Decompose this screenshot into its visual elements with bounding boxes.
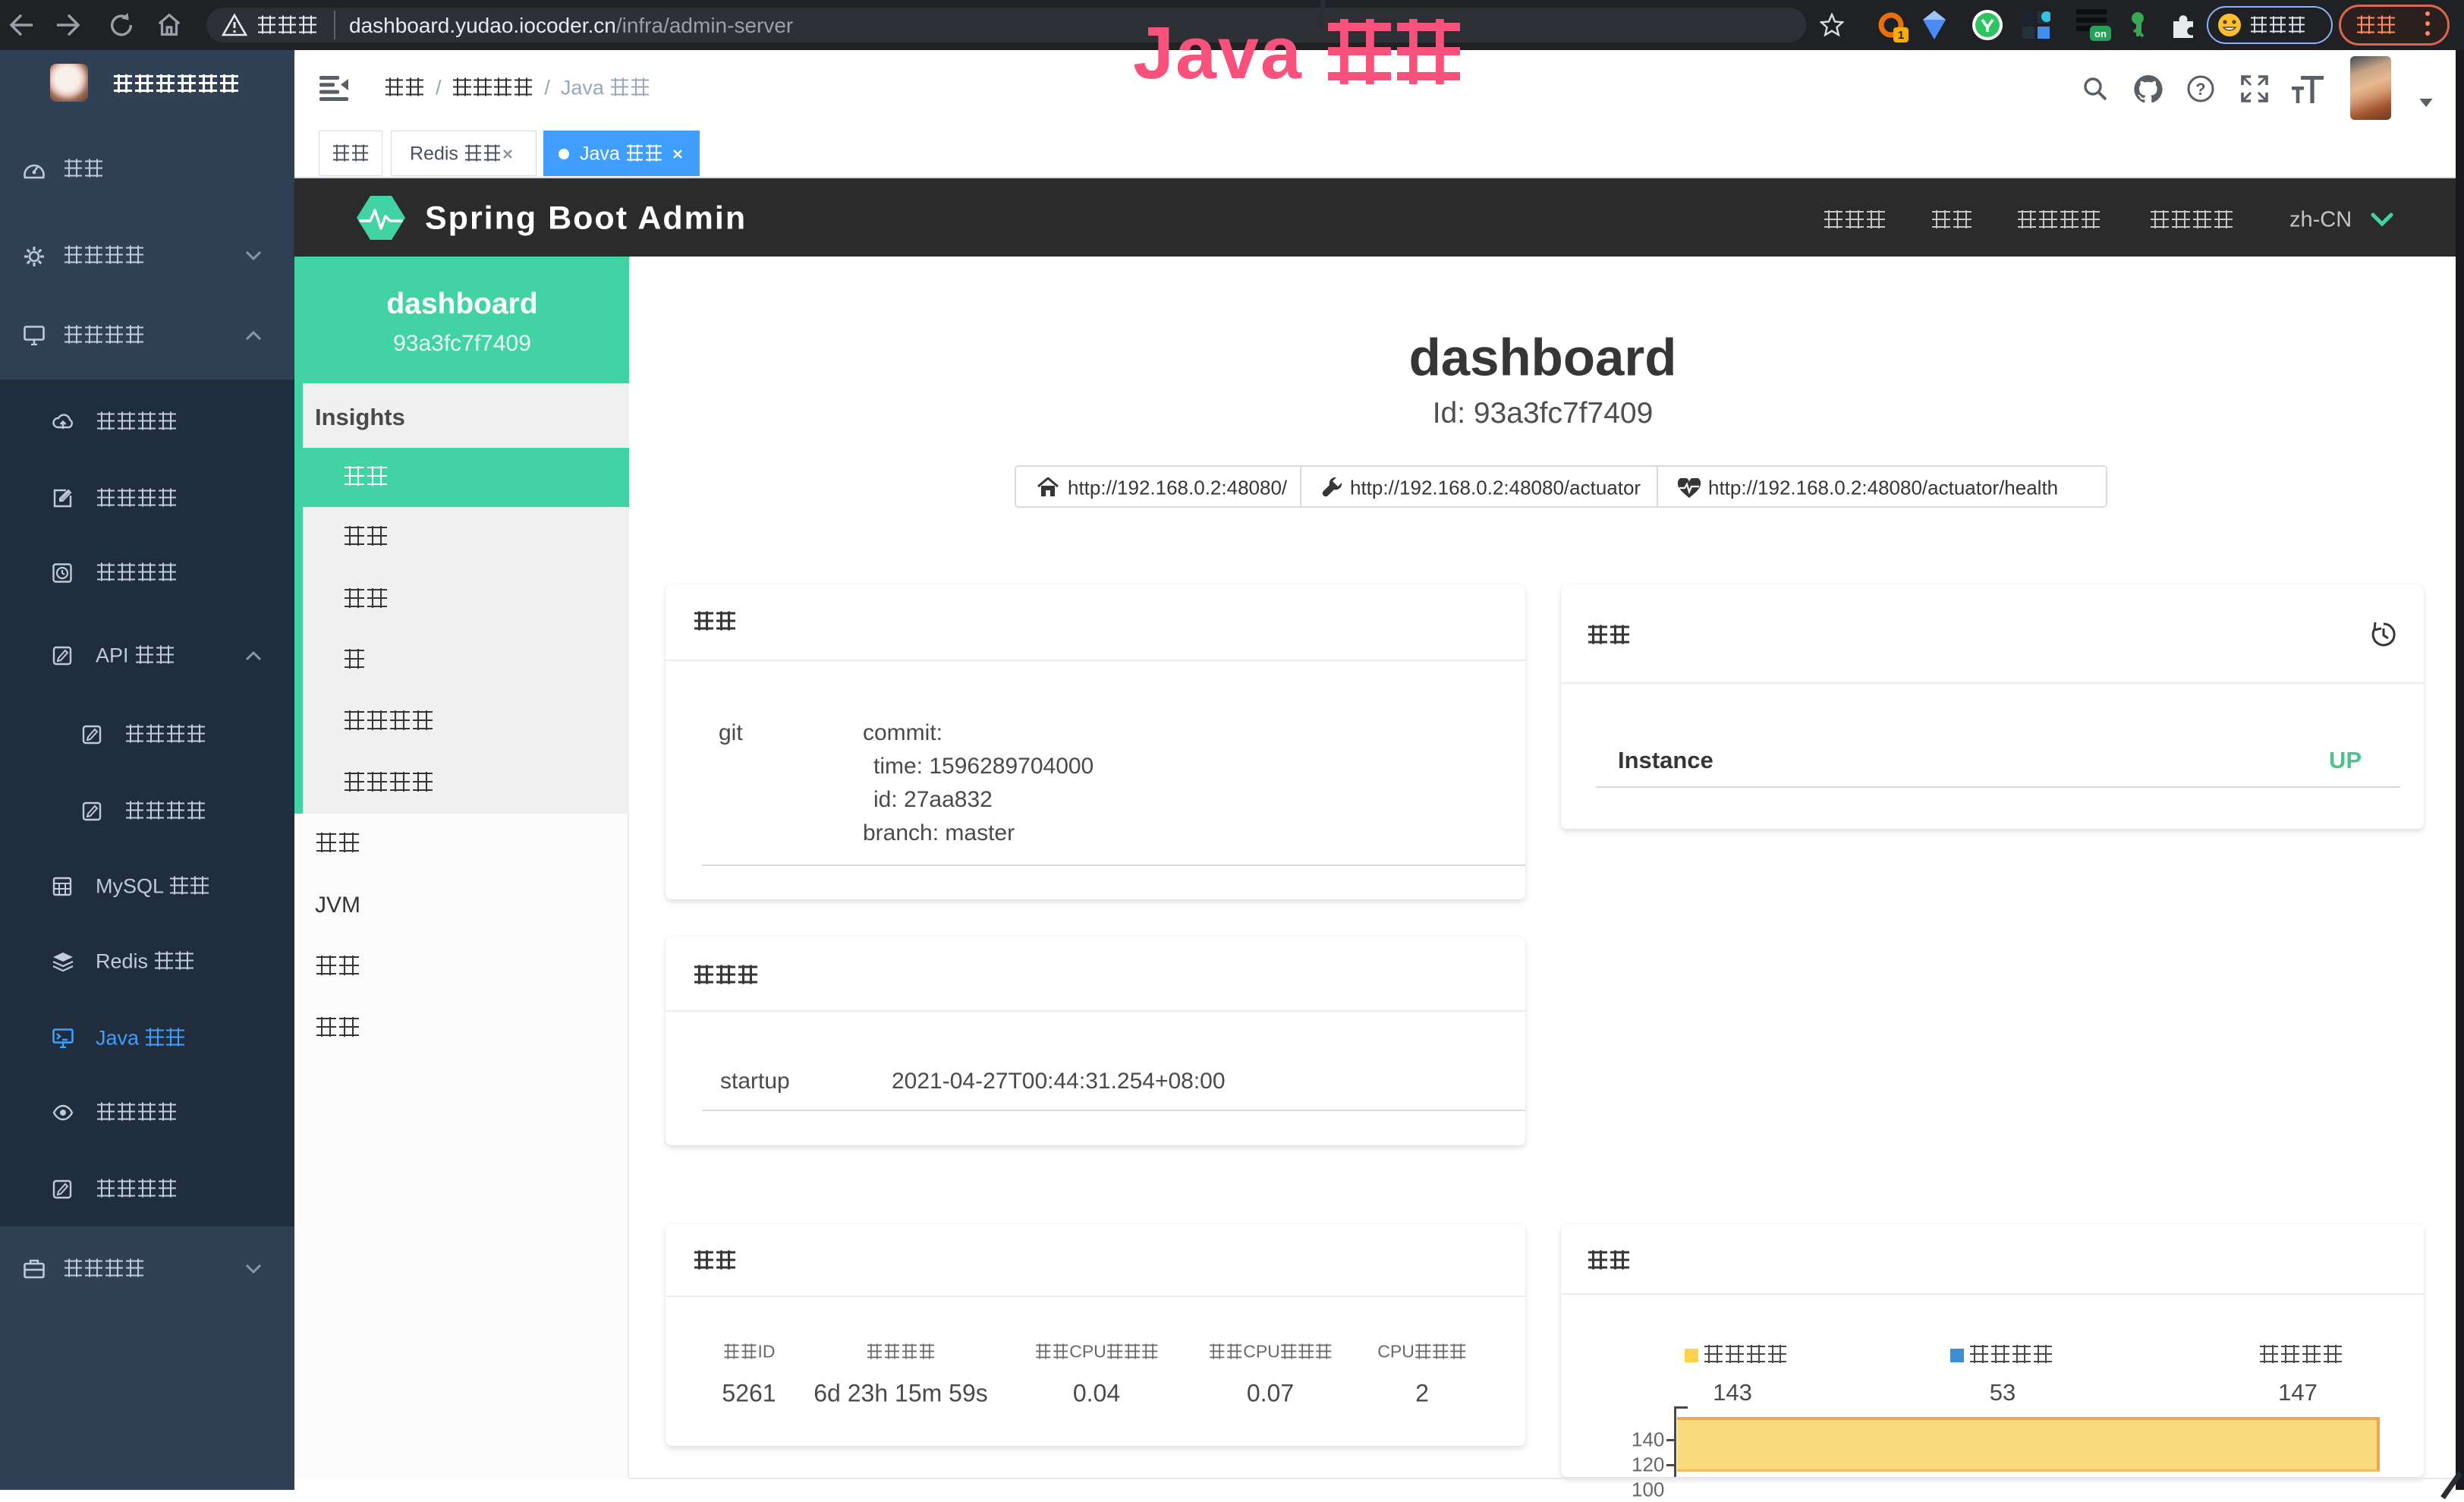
svg-text:?: ? (2195, 80, 2205, 99)
svg-text:1: 1 (1898, 29, 1904, 42)
svg-text:on: on (2094, 28, 2107, 39)
